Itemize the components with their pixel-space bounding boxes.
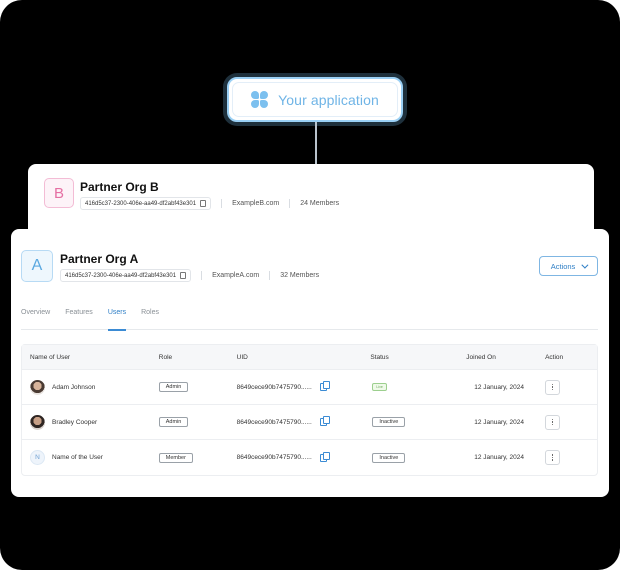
- status-cell: Inactive: [365, 417, 450, 427]
- more-vertical-icon[interactable]: [545, 414, 561, 430]
- tab-overview[interactable]: Overview: [21, 306, 50, 330]
- org-members: 24 Members: [300, 200, 340, 207]
- your-application-node[interactable]: Your application: [227, 77, 403, 122]
- table-row[interactable]: N Name of the User Member 8649cece90b747…: [22, 440, 597, 475]
- uid-value: 8649cece90b7475790......: [236, 454, 312, 461]
- copy-icon[interactable]: [319, 416, 330, 426]
- tab-bar: Overview Features Users Roles: [21, 306, 598, 331]
- role-cell: Member: [152, 452, 237, 463]
- org-meta: 416d5c37-2300-406e-aa49-df2abf43e301 Exa…: [80, 197, 339, 210]
- user-name: Name of the User: [52, 454, 103, 461]
- action-cell: [537, 414, 597, 430]
- divider: [221, 199, 223, 208]
- more-vertical-icon[interactable]: [545, 450, 561, 465]
- user-cell: Adam Johnson: [22, 379, 152, 395]
- org-avatar: A: [21, 250, 53, 282]
- status-cell: Inactive: [365, 452, 450, 463]
- action-cell: [537, 450, 597, 465]
- header-joined[interactable]: Joined On: [450, 354, 537, 361]
- more-vertical-icon[interactable]: [545, 379, 561, 395]
- copy-icon[interactable]: [200, 200, 207, 207]
- header-action: Action: [545, 353, 564, 361]
- status-badge: Inactive: [372, 417, 406, 427]
- status-badge: Live: [372, 383, 387, 391]
- clover-icon: [251, 91, 269, 108]
- org-members: 32 Members: [280, 272, 320, 279]
- tab-roles[interactable]: Roles: [141, 306, 159, 330]
- role-badge: Admin: [158, 382, 189, 392]
- org-meta: 416d5c37-2300-406e-aa49-df2abf43e301 Exa…: [60, 269, 319, 282]
- role-badge: Admin: [158, 417, 189, 427]
- tab-features[interactable]: Features: [65, 306, 93, 330]
- header-name[interactable]: Name of User: [22, 354, 152, 361]
- divider: [289, 199, 291, 208]
- org-domain: ExampleA.com: [212, 272, 260, 279]
- org-id: 416d5c37-2300-406e-aa49-df2abf43e301: [65, 272, 177, 279]
- copy-icon[interactable]: [319, 381, 330, 391]
- table-row[interactable]: Adam Johnson Admin 8649cece90b7475790...…: [22, 370, 597, 405]
- joined-on: 12 January, 2024: [474, 454, 524, 461]
- divider: [269, 271, 271, 280]
- avatar: [30, 379, 45, 395]
- role-badge: Member: [158, 452, 193, 463]
- org-id: 416d5c37-2300-406e-aa49-df2abf43e301: [85, 200, 197, 207]
- org-card-a: A Partner Org A 416d5c37-2300-406e-aa49-…: [11, 229, 609, 497]
- org-name: Partner Org A: [60, 252, 139, 266]
- org-id-chip[interactable]: 416d5c37-2300-406e-aa49-df2abf43e301: [80, 197, 212, 210]
- table-header: Name of User Role UID Status Joined On A…: [22, 345, 597, 370]
- header-role[interactable]: Role: [152, 354, 237, 361]
- org-id-chip[interactable]: 416d5c37-2300-406e-aa49-df2abf43e301: [60, 269, 192, 282]
- status-cell: Live: [365, 383, 450, 391]
- uid-cell: 8649cece90b7475790......: [236, 451, 366, 462]
- action-cell: [537, 379, 597, 395]
- users-table: Name of User Role UID Status Joined On A…: [21, 344, 598, 476]
- divider: [201, 271, 203, 280]
- joined-on: 12 January, 2024: [474, 418, 524, 426]
- org-domain: ExampleB.com: [232, 200, 280, 207]
- joined-on: 12 January, 2024: [474, 383, 524, 391]
- org-name: Partner Org B: [80, 180, 159, 194]
- app-label: Your application: [278, 91, 379, 108]
- chevron-down-icon: [581, 261, 589, 269]
- user-name: Bradley Cooper: [52, 418, 98, 426]
- copy-icon[interactable]: [319, 451, 330, 462]
- header-status[interactable]: Status: [365, 354, 450, 361]
- uid-value: 8649cece90b7475790......: [236, 418, 312, 426]
- avatar: N: [30, 450, 45, 465]
- connector-line: [315, 122, 317, 164]
- user-cell: Bradley Cooper: [22, 414, 152, 430]
- org-avatar: B: [44, 178, 74, 208]
- status-badge: Inactive: [372, 452, 406, 463]
- user-name: Adam Johnson: [52, 383, 96, 391]
- uid-cell: 8649cece90b7475790......: [236, 381, 366, 391]
- uid-value: 8649cece90b7475790......: [236, 383, 312, 391]
- actions-label: Actions: [550, 261, 576, 271]
- actions-button[interactable]: Actions: [539, 256, 598, 276]
- canvas-frame: Your application B Partner Org B 416d5c3…: [0, 0, 620, 570]
- avatar: [30, 414, 45, 430]
- user-cell: N Name of the User: [22, 450, 152, 465]
- copy-icon[interactable]: [180, 272, 187, 279]
- role-cell: Admin: [152, 417, 237, 427]
- tab-users[interactable]: Users: [107, 306, 127, 331]
- uid-cell: 8649cece90b7475790......: [236, 416, 366, 426]
- table-row[interactable]: Bradley Cooper Admin 8649cece90b7475790.…: [22, 405, 597, 440]
- role-cell: Admin: [152, 382, 237, 392]
- header-uid[interactable]: UID: [237, 354, 366, 361]
